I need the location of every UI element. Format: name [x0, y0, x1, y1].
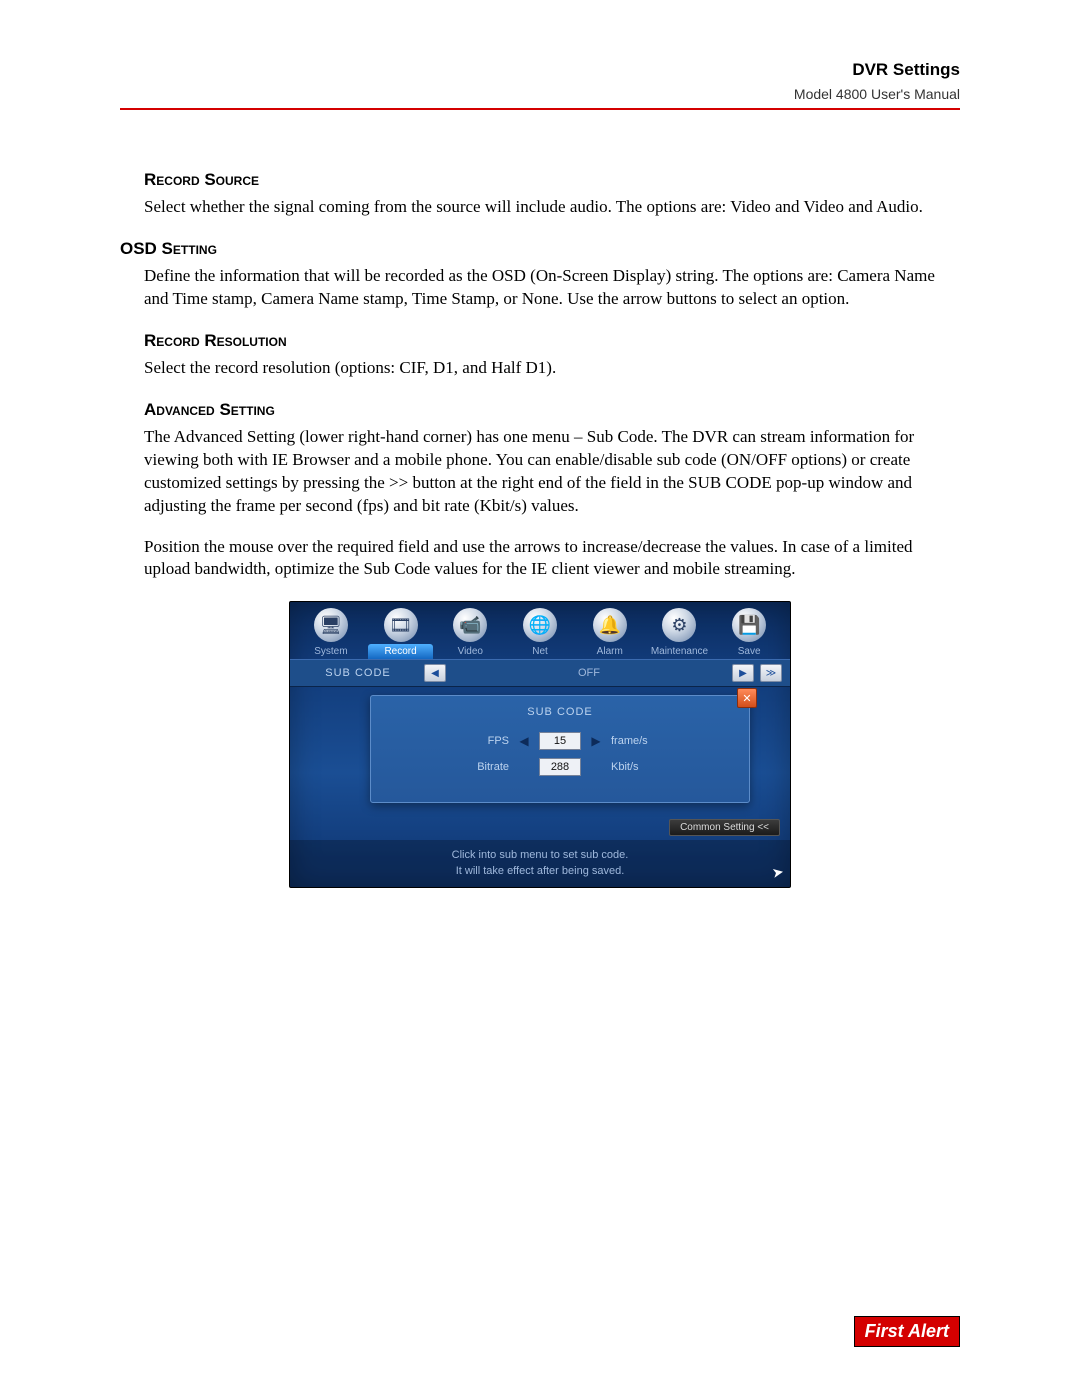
heading-osd-setting: OSD Setting [120, 239, 960, 259]
heading-record-source: Record Source [144, 170, 960, 190]
text-osd-setting: Define the information that will be reco… [144, 265, 960, 311]
sub-code-expand-button[interactable]: ≫ [760, 664, 782, 682]
hint-line-2: It will take effect after being saved. [298, 864, 782, 879]
text-record-source: Select whether the signal coming from th… [144, 196, 960, 219]
bitrate-value[interactable]: 288 [539, 758, 581, 776]
save-icon: 💾 [732, 608, 766, 642]
sub-code-popup: ✕ SUB CODE FPS ◀ 15 ▶ frame/s Bitrate ◀ … [370, 695, 750, 803]
fps-value[interactable]: 15 [539, 732, 581, 750]
dvr-screenshot: 🖥System 🎞Record 📹Video 🌐Net 🔔Alarm ⚙Main… [289, 601, 791, 888]
sub-code-prev-button[interactable]: ◀ [424, 664, 446, 682]
popup-title: SUB CODE [385, 706, 735, 718]
header-rule [120, 108, 960, 110]
fps-increase-button[interactable]: ▶ [589, 734, 603, 748]
text-record-resolution: Select the record resolution (options: C… [144, 357, 960, 380]
common-setting-button[interactable]: Common Setting << [669, 819, 780, 836]
gear-icon: ⚙ [662, 608, 696, 642]
dvr-tabs: 🖥System 🎞Record 📹Video 🌐Net 🔔Alarm ⚙Main… [290, 602, 790, 659]
globe-icon: 🌐 [523, 608, 557, 642]
tab-net[interactable]: 🌐Net [507, 608, 573, 659]
sub-code-label: SUB CODE [298, 667, 418, 679]
text-advanced-1: The Advanced Setting (lower right-hand c… [144, 426, 960, 518]
tab-maintenance[interactable]: ⚙Maintenance [647, 608, 713, 659]
alarm-icon: 🔔 [593, 608, 627, 642]
popup-close-button[interactable]: ✕ [737, 688, 757, 708]
sub-code-value: OFF [452, 667, 726, 679]
heading-record-resolution: Record Resolution [144, 331, 960, 351]
brand-logo: First Alert [854, 1316, 960, 1347]
hint-line-1: Click into sub menu to set sub code. [298, 848, 782, 863]
bitrate-label: Bitrate [449, 761, 509, 773]
sub-code-next-button[interactable]: ▶ [732, 664, 754, 682]
fps-label: FPS [449, 735, 509, 747]
film-reel-icon: 🎞 [384, 608, 418, 642]
tab-system[interactable]: 🖥System [298, 608, 364, 659]
monitor-icon: 🖥 [314, 608, 348, 642]
tab-record[interactable]: 🎞Record [368, 608, 434, 659]
fps-unit: frame/s [611, 735, 671, 747]
hint-panel: Click into sub menu to set sub code. It … [290, 840, 790, 887]
bitrate-unit: Kbit/s [611, 761, 671, 773]
heading-advanced-setting: Advanced Setting [144, 400, 960, 420]
tab-save[interactable]: 💾Save [716, 608, 782, 659]
tab-alarm[interactable]: 🔔Alarm [577, 608, 643, 659]
fps-decrease-button[interactable]: ◀ [517, 734, 531, 748]
sub-code-row: SUB CODE ◀ OFF ▶ ≫ [290, 659, 790, 687]
text-advanced-2: Position the mouse over the required fie… [144, 536, 960, 582]
page-header-subtitle: Model 4800 User's Manual [120, 86, 960, 102]
camera-icon: 📹 [453, 608, 487, 642]
page-header-title: DVR Settings [120, 60, 960, 80]
tab-video[interactable]: 📹Video [437, 608, 503, 659]
